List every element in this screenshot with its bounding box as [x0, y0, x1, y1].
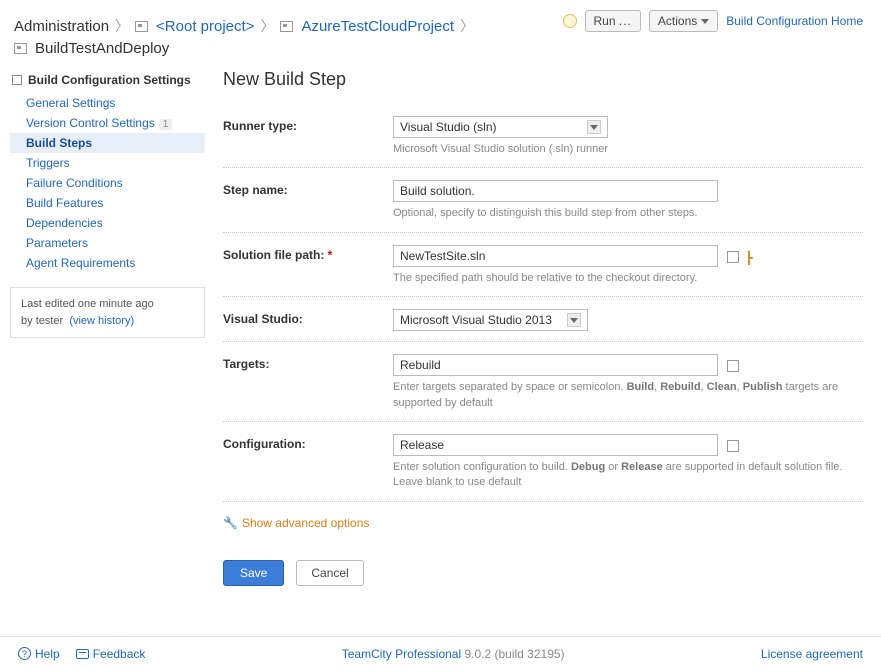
- vcs-count-badge: 1: [159, 119, 173, 130]
- feedback-link[interactable]: Feedback: [76, 647, 146, 661]
- build-config-home-link[interactable]: Build Configuration Home: [726, 14, 863, 28]
- sidebar-item-dependencies[interactable]: Dependencies: [10, 213, 205, 233]
- tree-picker-icon[interactable]: [745, 251, 759, 263]
- targets-hint: Enter targets separated by space or semi…: [393, 380, 863, 411]
- sidebar-item-label: Failure Conditions: [26, 176, 123, 190]
- project-icon: [135, 21, 148, 32]
- breadcrumb-project[interactable]: AzureTestCloudProject: [301, 18, 454, 35]
- vcs-picker-icon[interactable]: [727, 251, 739, 263]
- sidebar-item-parameters[interactable]: Parameters: [10, 233, 205, 253]
- help-label: Help: [35, 647, 60, 661]
- runner-type-label: Runner type:: [223, 116, 393, 133]
- runner-type-value: Visual Studio (sln): [400, 120, 497, 134]
- sidebar-item-label: Parameters: [26, 236, 88, 250]
- configuration-label: Configuration:: [223, 434, 393, 451]
- save-button[interactable]: Save: [223, 560, 284, 586]
- help-link[interactable]: ? Help: [18, 647, 60, 661]
- view-history-link[interactable]: (view history): [69, 315, 134, 327]
- feedback-icon: [76, 649, 89, 659]
- last-edited-box: Last edited one minute ago by tester (vi…: [10, 287, 205, 338]
- sidebar-item-label: Build Steps: [26, 136, 92, 150]
- settings-icon: [12, 75, 22, 85]
- breadcrumb-config: BuildTestAndDeploy: [35, 40, 169, 57]
- cancel-button[interactable]: Cancel: [296, 560, 363, 586]
- select-caret-icon: [567, 313, 581, 327]
- targets-label: Targets:: [223, 354, 393, 371]
- product-link[interactable]: TeamCity Professional: [342, 647, 461, 661]
- runner-type-select[interactable]: Visual Studio (sln): [393, 116, 608, 138]
- actions-button[interactable]: Actions: [649, 10, 718, 32]
- wrench-icon: 🔧: [223, 516, 238, 530]
- sidebar-item-agent-req[interactable]: Agent Requirements: [10, 253, 205, 273]
- edit-icon[interactable]: [727, 440, 739, 452]
- select-caret-icon: [587, 120, 601, 134]
- help-icon: ?: [18, 647, 31, 660]
- page-title: New Build Step: [223, 69, 863, 90]
- solution-path-label-text: Solution file path:: [223, 248, 324, 262]
- targets-input[interactable]: [393, 354, 718, 376]
- chevron-right-icon: 〉: [460, 16, 474, 36]
- sidebar-item-label: Build Features: [26, 196, 103, 210]
- edit-icon[interactable]: [727, 360, 739, 372]
- visual-studio-label: Visual Studio:: [223, 309, 393, 326]
- sidebar-item-vcs[interactable]: Version Control Settings 1: [10, 113, 205, 133]
- configuration-input[interactable]: [393, 434, 718, 456]
- edited-by-prefix: by: [21, 315, 36, 327]
- edited-prefix: Last edited: [21, 298, 78, 310]
- sidebar-item-general[interactable]: General Settings: [10, 93, 205, 113]
- footer: ? Help Feedback TeamCity Professional 9.0…: [0, 636, 881, 671]
- chevron-right-icon: 〉: [260, 16, 274, 36]
- actions-label: Actions: [658, 14, 697, 28]
- run-label: Run: [594, 14, 616, 28]
- solution-path-input[interactable]: [393, 245, 718, 267]
- hint-bulb-icon[interactable]: [563, 14, 577, 28]
- solution-path-hint: The specified path should be relative to…: [393, 271, 863, 286]
- sidebar-item-failure[interactable]: Failure Conditions: [10, 173, 205, 193]
- required-asterisk: *: [328, 248, 333, 262]
- visual-studio-select[interactable]: Microsoft Visual Studio 2013: [393, 309, 588, 331]
- breadcrumb-admin[interactable]: Administration: [14, 18, 109, 35]
- sidebar-item-label: Agent Requirements: [26, 256, 135, 270]
- sidebar-item-label: Triggers: [26, 156, 70, 170]
- feedback-label: Feedback: [93, 647, 146, 661]
- sidebar-item-label: Dependencies: [26, 216, 103, 230]
- sidebar-item-build-steps[interactable]: Build Steps: [10, 133, 205, 153]
- run-dots-icon: ...: [619, 14, 632, 28]
- runner-type-hint: Microsoft Visual Studio solution (.sln) …: [393, 142, 863, 157]
- configuration-hint: Enter solution configuration to build. D…: [393, 460, 863, 491]
- sidebar-item-features[interactable]: Build Features: [10, 193, 205, 213]
- step-name-label: Step name:: [223, 180, 393, 197]
- version-text: 9.0.2 (build 32195): [461, 647, 564, 661]
- sidebar-heading: Build Configuration Settings: [10, 69, 205, 93]
- chevron-right-icon: 〉: [115, 16, 129, 36]
- sidebar-item-triggers[interactable]: Triggers: [10, 153, 205, 173]
- project-icon: [280, 21, 293, 32]
- breadcrumb-root[interactable]: <Root project>: [156, 18, 254, 35]
- footer-version: TeamCity Professional 9.0.2 (build 32195…: [145, 647, 761, 661]
- build-config-icon: [14, 43, 27, 54]
- sidebar-item-label: Version Control Settings: [26, 116, 155, 130]
- license-link[interactable]: License agreement: [761, 647, 863, 661]
- step-name-input[interactable]: [393, 180, 718, 202]
- edited-when: one minute ago: [78, 298, 154, 310]
- show-advanced-link[interactable]: Show advanced options: [242, 516, 369, 530]
- sidebar-heading-label: Build Configuration Settings: [28, 73, 191, 87]
- run-button[interactable]: Run ...: [585, 10, 641, 32]
- step-name-hint: Optional, specify to distinguish this bu…: [393, 206, 863, 221]
- sidebar-item-label: General Settings: [26, 96, 115, 110]
- edited-by: tester: [36, 315, 64, 327]
- dropdown-caret-icon: [697, 14, 709, 28]
- visual-studio-value: Microsoft Visual Studio 2013: [400, 313, 552, 327]
- solution-path-label: Solution file path: *: [223, 245, 393, 262]
